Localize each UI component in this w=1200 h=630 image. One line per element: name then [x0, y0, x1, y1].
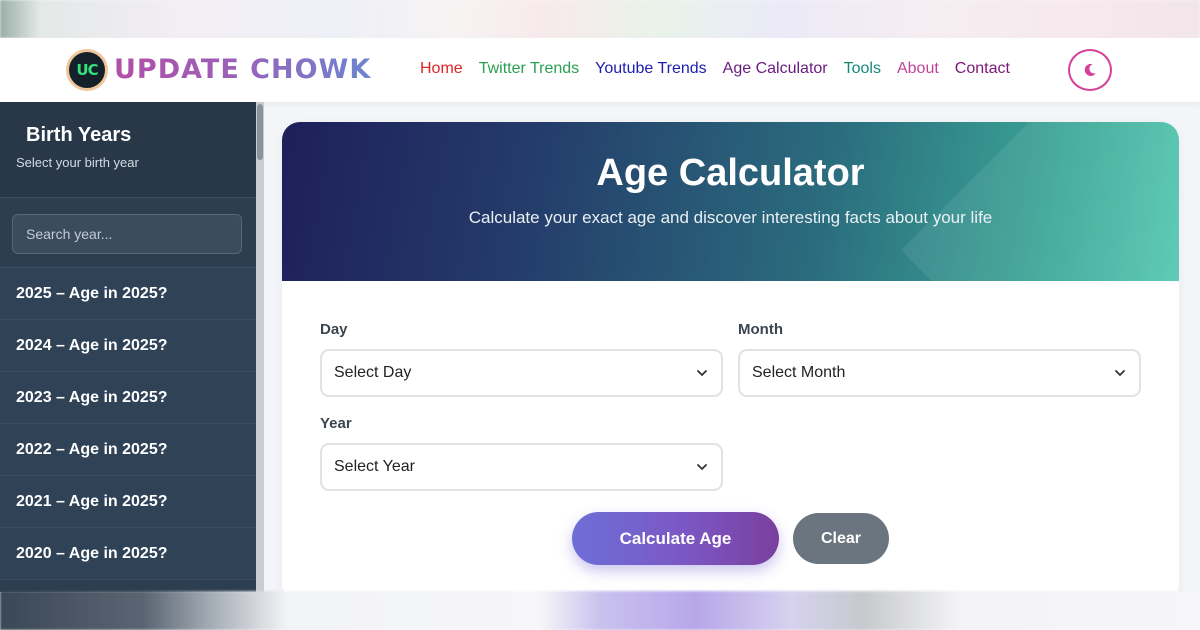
calculator-hero: Age Calculator Calculate your exact age … [282, 122, 1179, 281]
main-nav: Home Twitter Trends Youtube Trends Age C… [420, 60, 1010, 78]
sidebar-scrollbar-thumb[interactable] [257, 104, 263, 160]
sidebar-title: Birth Years [26, 124, 132, 146]
sidebar-header: Birth Years Select your birth year [0, 102, 264, 198]
sidebar-item-2024[interactable]: 2024 – Age in 2025? [0, 320, 264, 372]
sidebar-item-label: 2020 – Age in 2025? [16, 544, 168, 562]
chevron-down-icon [1115, 370, 1125, 376]
logo-badge[interactable]: UC [66, 49, 108, 91]
clear-button[interactable]: Clear [793, 513, 889, 564]
year-select[interactable]: Select Year [320, 443, 723, 491]
moon-icon [1084, 63, 1096, 76]
birth-years-sidebar: Birth Years Select your birth year 2025 … [0, 102, 264, 592]
sidebar-item-2020[interactable]: 2020 – Age in 2025? [0, 528, 264, 580]
sidebar-item-2023[interactable]: 2023 – Age in 2025? [0, 372, 264, 424]
site-logo-text[interactable]: UPDATE CHOWK [114, 54, 371, 85]
sidebar-scrollbar[interactable] [256, 102, 264, 592]
age-calculator-card: Age Calculator Calculate your exact age … [282, 122, 1179, 602]
page-title: Age Calculator [596, 152, 865, 194]
month-select[interactable]: Select Month [738, 349, 1141, 397]
sidebar-item-2022[interactable]: 2022 – Age in 2025? [0, 424, 264, 476]
sidebar-item-2021[interactable]: 2021 – Age in 2025? [0, 476, 264, 528]
blurred-top-strip [0, 0, 1200, 38]
day-label: Day [320, 321, 348, 338]
month-label: Month [738, 321, 783, 338]
sidebar-item-2025[interactable]: 2025 – Age in 2025? [0, 268, 264, 320]
chevron-down-icon [697, 370, 707, 376]
year-select-value: Select Year [334, 458, 415, 475]
nav-home[interactable]: Home [420, 60, 463, 78]
sidebar-item-label: 2021 – Age in 2025? [16, 492, 168, 510]
chevron-down-icon [697, 464, 707, 470]
year-label: Year [320, 415, 352, 432]
month-select-value: Select Month [752, 364, 846, 381]
page-subtitle: Calculate your exact age and discover in… [468, 208, 993, 227]
day-select-value: Select Day [334, 364, 412, 381]
nav-youtube-trends[interactable]: Youtube Trends [595, 60, 707, 78]
sidebar-item-label: 2024 – Age in 2025? [16, 336, 168, 354]
blurred-bottom-strip [0, 591, 1200, 630]
nav-twitter-trends[interactable]: Twitter Trends [479, 60, 579, 78]
logo-initials: UC [76, 61, 98, 79]
site-header: UC UPDATE CHOWK Home Twitter Trends Yout… [0, 38, 1200, 102]
calculate-age-button[interactable]: Calculate Age [572, 512, 779, 565]
nav-tools[interactable]: Tools [844, 60, 881, 78]
sidebar-item-label: 2023 – Age in 2025? [16, 388, 168, 406]
nav-age-calculator[interactable]: Age Calculator [723, 60, 828, 78]
nav-contact[interactable]: Contact [955, 60, 1010, 78]
sidebar-item-label: 2022 – Age in 2025? [16, 440, 168, 458]
nav-about[interactable]: About [897, 60, 939, 78]
sidebar-item-label: 2025 – Age in 2025? [16, 284, 168, 302]
sidebar-search [0, 198, 264, 268]
theme-toggle-button[interactable] [1068, 49, 1112, 91]
sidebar-subtitle: Select your birth year [16, 155, 139, 170]
day-select[interactable]: Select Day [320, 349, 723, 397]
year-search-input[interactable] [12, 214, 242, 254]
